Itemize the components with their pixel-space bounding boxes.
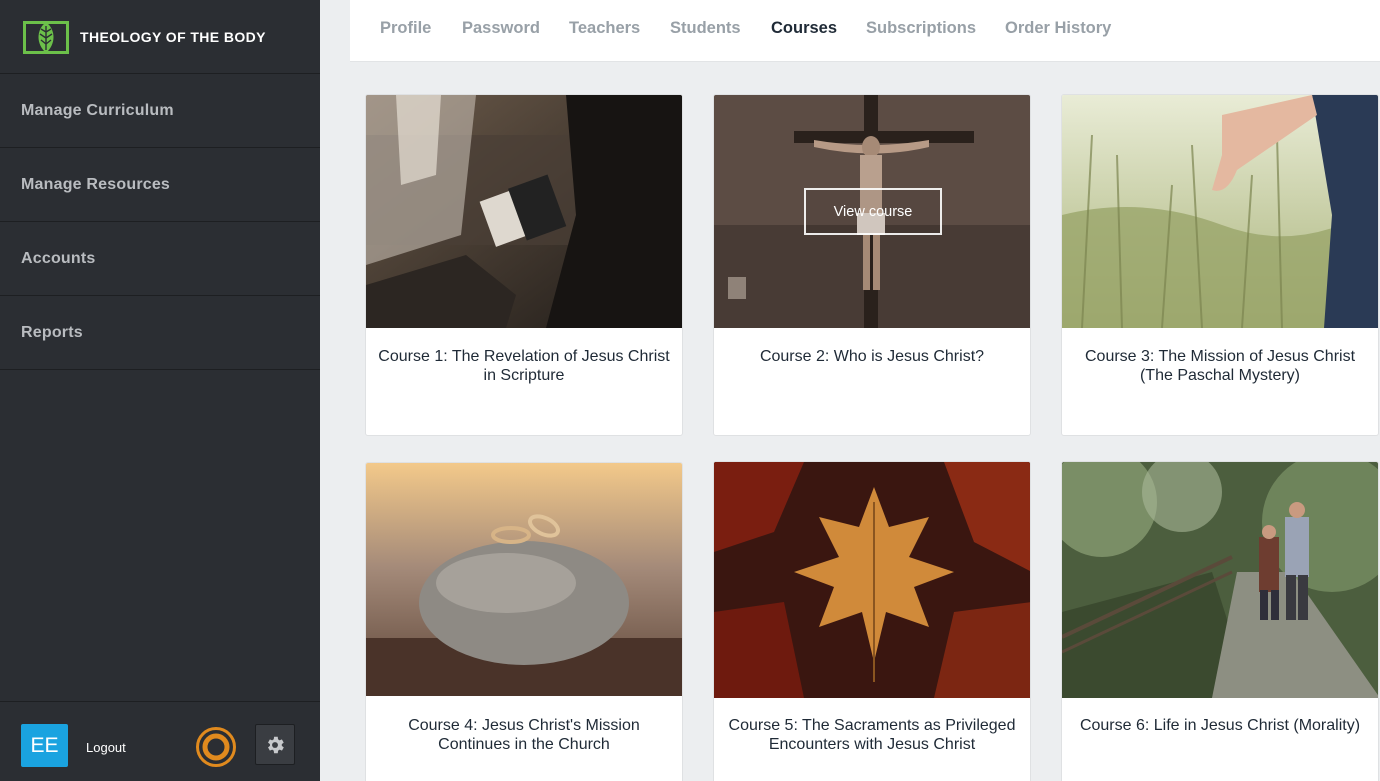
- course-card-5[interactable]: Course 5: The Sacraments as Privileged E…: [713, 461, 1031, 781]
- tab-password[interactable]: Password: [462, 19, 540, 38]
- course-image-field-hand: [1062, 95, 1378, 328]
- course-image-autumn-leaf: [714, 462, 1030, 698]
- course-image-rings-stone: [366, 463, 682, 696]
- tab-students[interactable]: Students: [670, 19, 741, 38]
- avatar[interactable]: EE: [21, 724, 68, 767]
- course-title: Course 5: The Sacraments as Privileged E…: [728, 717, 1016, 753]
- sidebar-item-manage-resources[interactable]: Manage Resources: [0, 148, 320, 222]
- tab-subscriptions[interactable]: Subscriptions: [866, 19, 976, 38]
- ring-icon[interactable]: [195, 726, 237, 768]
- sidebar-item-reports[interactable]: Reports: [0, 296, 320, 370]
- sidebar-footer: EE Logout: [0, 701, 320, 781]
- tab-courses[interactable]: Courses: [771, 19, 837, 38]
- view-course-button[interactable]: View course: [804, 188, 942, 235]
- course-card-3[interactable]: Course 3: The Mission of Jesus Christ (T…: [1061, 94, 1379, 436]
- course-image-crucifix: View course: [714, 95, 1030, 328]
- course-card-2[interactable]: View course Course 2: Who is Jesus Chris…: [713, 94, 1031, 436]
- course-image-couple-walking: [1062, 462, 1378, 698]
- course-title: Course 4: Jesus Christ's Mission Continu…: [408, 717, 640, 753]
- course-title: Course 2: Who is Jesus Christ?: [759, 348, 985, 365]
- course-title: Course 6: Life in Jesus Christ (Morality…: [1079, 717, 1361, 734]
- book-leaf-icon: [23, 20, 69, 54]
- brand-header[interactable]: THEOLOGY OF THE BODY: [0, 0, 320, 74]
- course-card-6[interactable]: Course 6: Life in Jesus Christ (Morality…: [1061, 461, 1379, 781]
- settings-button[interactable]: [255, 724, 295, 765]
- course-card-1[interactable]: Course 1: The Revelation of Jesus Christ…: [365, 94, 683, 436]
- tab-profile[interactable]: Profile: [380, 19, 431, 38]
- sidebar-item-manage-curriculum[interactable]: Manage Curriculum: [0, 74, 320, 148]
- brand-name: THEOLOGY OF THE BODY: [80, 28, 266, 45]
- gear-icon: [268, 736, 284, 753]
- tab-teachers[interactable]: Teachers: [569, 19, 640, 38]
- sidebar: THEOLOGY OF THE BODY Manage Curriculum M…: [0, 0, 320, 781]
- course-title: Course 1: The Revelation of Jesus Christ…: [378, 348, 670, 384]
- course-image-bible-study: [366, 95, 682, 328]
- tab-order-history[interactable]: Order History: [1005, 19, 1111, 38]
- account-tabs: Profile Password Teachers Students Cours…: [350, 0, 1380, 62]
- sidebar-item-accounts[interactable]: Accounts: [0, 222, 320, 296]
- logout-link[interactable]: Logout: [86, 740, 126, 755]
- course-card-4[interactable]: Course 4: Jesus Christ's Mission Continu…: [365, 462, 683, 781]
- course-title: Course 3: The Mission of Jesus Christ (T…: [1084, 348, 1356, 384]
